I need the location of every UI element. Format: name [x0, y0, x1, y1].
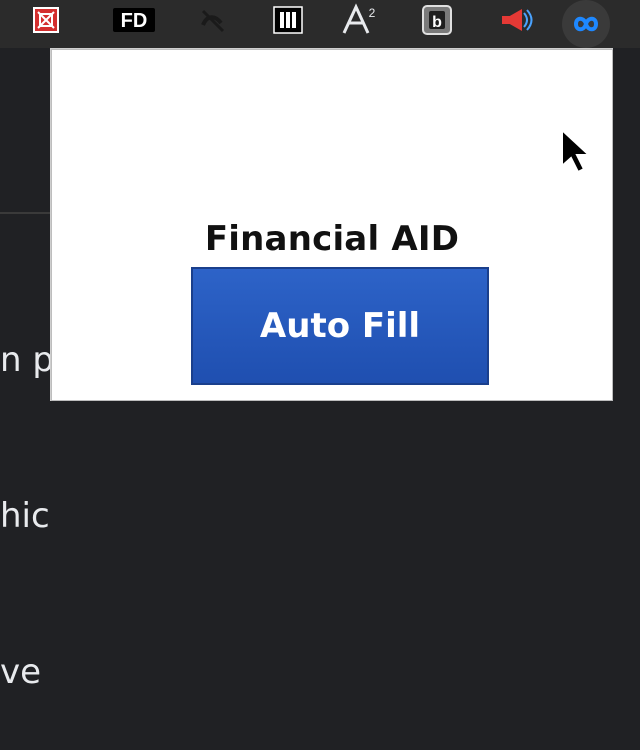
svg-text:FD: FD — [121, 10, 148, 32]
page-line: n pr — [0, 340, 50, 380]
page-line: hich — [0, 496, 50, 536]
page-divider — [0, 212, 50, 214]
extension-popup: Financial AID Auto Fill — [50, 48, 613, 401]
red-crossed-box-icon[interactable] — [30, 4, 62, 36]
svg-text:b: b — [432, 14, 442, 31]
svg-text:2: 2 — [369, 6, 376, 20]
archive-icon[interactable] — [268, 4, 308, 36]
b-icon[interactable]: b — [420, 4, 454, 36]
megaphone-icon[interactable] — [496, 4, 540, 36]
auto-fill-button[interactable]: Auto Fill — [191, 267, 489, 385]
font-a-superscript-icon[interactable]: 2 — [338, 3, 382, 36]
slashed-logo-icon[interactable] — [196, 4, 228, 36]
fd-icon[interactable]: FD — [112, 4, 156, 36]
popup-title: Financial AID — [204, 219, 460, 259]
infinity-link-icon[interactable] — [562, 0, 610, 48]
page-line: ve t — [0, 652, 42, 692]
extensions-toolbar: FD 2 b — [0, 0, 640, 48]
